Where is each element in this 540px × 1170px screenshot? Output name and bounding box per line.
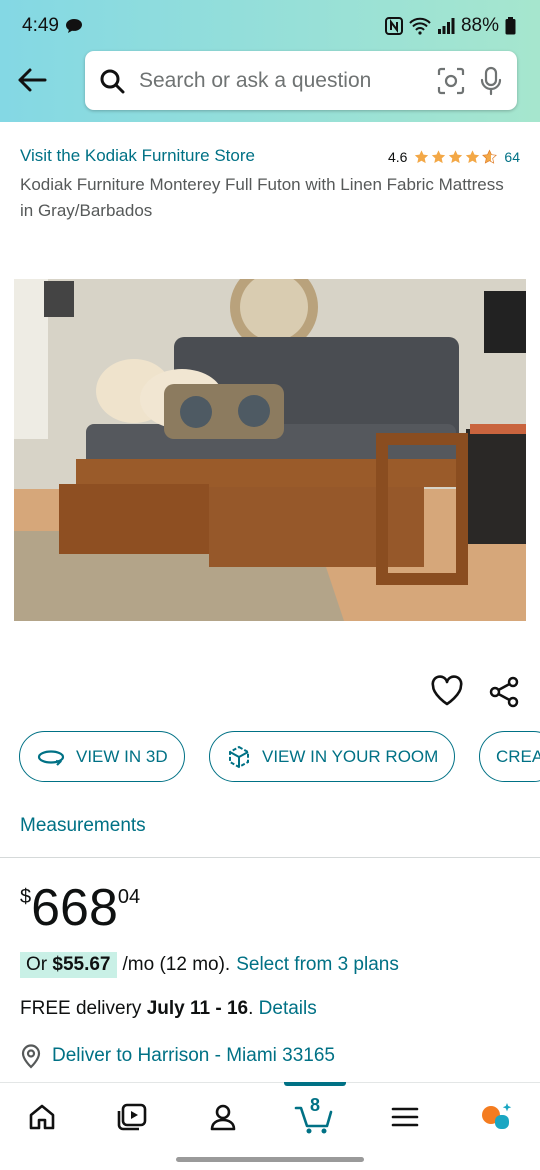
monthly-payment: Or $55.67 /mo (12 mo). Select from 3 pla…	[20, 952, 399, 978]
search-icon	[100, 69, 125, 93]
heart-icon	[431, 675, 463, 706]
app-header: 4:49 88% Search or ask a question	[0, 0, 540, 122]
product-image[interactable]	[14, 279, 526, 621]
nav-video[interactable]	[112, 1097, 152, 1137]
monthly-term: /mo (12 mo).	[122, 954, 231, 975]
star-icon	[432, 150, 446, 164]
home-indicator	[176, 1157, 364, 1162]
nav-rufus[interactable]	[476, 1097, 516, 1137]
wifi-icon	[409, 17, 431, 35]
view-in-3d-label: VIEW IN 3D	[76, 746, 168, 766]
battery-percent: 88%	[460, 15, 499, 36]
search-bar[interactable]: Search or ask a question	[85, 51, 517, 110]
chat-bubble-icon	[65, 19, 82, 33]
delivery-info: FREE delivery July 11 - 16. Details	[20, 998, 317, 1020]
select-plans-link[interactable]: Select from 3 plans	[236, 954, 399, 976]
futon-photo	[14, 279, 526, 621]
video-icon	[117, 1103, 147, 1131]
ar-cube-icon	[229, 745, 249, 768]
menu-icon	[391, 1107, 419, 1127]
star-icon	[449, 150, 463, 164]
measurements-link[interactable]: Measurements	[20, 815, 146, 837]
price-fraction: 04	[117, 886, 141, 908]
nav-home[interactable]	[22, 1097, 62, 1137]
nav-menu[interactable]	[385, 1097, 425, 1137]
product-title: Kodiak Furniture Monterey Full Futon wit…	[20, 175, 504, 220]
delivery-details-link[interactable]: Details	[259, 998, 317, 1019]
view-in-3d-button[interactable]: VIEW IN 3D	[19, 731, 185, 782]
camera-scan-icon[interactable]	[437, 67, 465, 95]
price-currency: $	[20, 886, 32, 908]
star-rating	[413, 149, 498, 165]
rating-value: 4.6	[387, 149, 408, 165]
delivery-dates: July 11 - 16	[146, 998, 249, 1019]
nav-account[interactable]	[203, 1097, 243, 1137]
home-icon	[29, 1104, 55, 1130]
user-icon	[210, 1104, 236, 1131]
microphone-icon[interactable]	[479, 66, 503, 96]
create-button[interactable]: CREA	[479, 731, 540, 782]
back-button[interactable]	[14, 62, 50, 98]
price-whole: 668	[31, 879, 118, 937]
cart-count: 8	[310, 1095, 321, 1115]
battery-icon	[505, 17, 516, 35]
arrow-left-icon	[18, 68, 47, 92]
monthly-prefix: Or	[26, 954, 48, 975]
nav-cart[interactable]: 8	[293, 1095, 337, 1137]
view-in-your-room-button[interactable]: VIEW IN YOUR ROOM	[209, 731, 456, 782]
create-label: CREA	[496, 746, 540, 766]
status-time: 4:49	[22, 15, 59, 36]
section-divider	[0, 857, 540, 858]
status-bar: 4:49 88%	[22, 12, 516, 40]
half-star-icon	[482, 149, 498, 164]
star-icon	[466, 150, 480, 164]
nfc-icon	[384, 17, 403, 35]
wishlist-button[interactable]	[430, 675, 464, 707]
location-pin-icon	[21, 1044, 41, 1069]
monthly-amount: $55.67	[52, 954, 111, 975]
store-link[interactable]: Visit the Kodiak Furniture Store	[20, 146, 255, 166]
price: $ 668 04	[20, 878, 140, 938]
rufus-assistant-icon	[482, 1103, 512, 1129]
rating-summary[interactable]: 4.6 64	[388, 149, 520, 165]
delivery-label: FREE delivery	[20, 998, 142, 1019]
star-icon	[415, 150, 429, 164]
bottom-navigation: 8	[0, 1082, 540, 1152]
search-placeholder[interactable]: Search or ask a question	[139, 69, 423, 93]
view-in-your-room-label: VIEW IN YOUR ROOM	[262, 746, 439, 766]
deliver-to-label: Deliver to Harrison - Miami 33165	[52, 1045, 335, 1066]
active-tab-indicator	[284, 1082, 346, 1086]
monthly-highlight: Or $55.67	[20, 952, 117, 978]
share-button[interactable]	[487, 675, 521, 709]
signal-icon	[437, 18, 455, 34]
deliver-to-link[interactable]: Deliver to Harrison - Miami 33165	[20, 1043, 335, 1069]
rating-count[interactable]: 64	[504, 149, 520, 165]
rotate-3d-icon	[37, 749, 65, 766]
share-icon	[489, 676, 519, 708]
delivery-period: .	[248, 998, 254, 1019]
